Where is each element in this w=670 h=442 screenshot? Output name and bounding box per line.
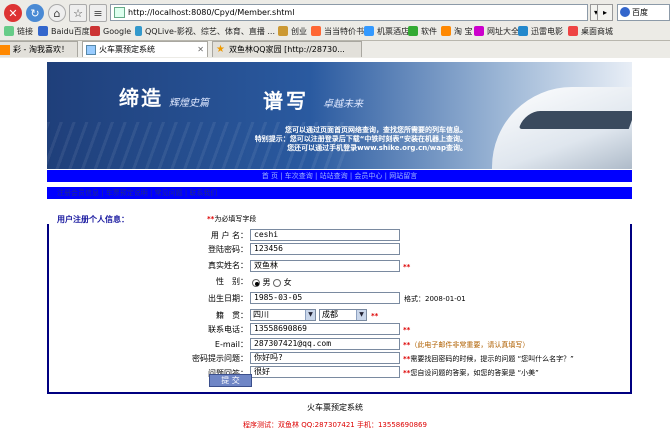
bookmark-baidu[interactable]: Baidu百度 bbox=[38, 24, 90, 38]
chevron-down-icon: ▼ bbox=[356, 310, 366, 320]
banner-subtitle-1: 辉煌史篇 bbox=[169, 98, 209, 109]
bookmark-google[interactable]: Google bbox=[90, 24, 131, 38]
site-banner: 缔造 辉煌史篇 谱写 卓越未来 您可以通过页面首页网络查询，查找您所需要的列车信… bbox=[47, 62, 632, 169]
refresh-icon[interactable]: ↻ bbox=[26, 4, 44, 22]
tab-train-ticket[interactable]: 火车票预定系统 ✕ bbox=[82, 41, 208, 57]
history-icon[interactable]: ≡ bbox=[89, 4, 107, 22]
username-input[interactable]: ceshi bbox=[250, 229, 400, 241]
train-image bbox=[492, 87, 632, 169]
province-select[interactable]: 四川 ▼ bbox=[250, 309, 316, 321]
birth-label: 出生日期： bbox=[208, 294, 248, 303]
answer-input[interactable]: 很好 bbox=[250, 366, 400, 378]
bookmark-taobao[interactable]: 淘 宝 bbox=[441, 24, 473, 38]
tab-qq-home[interactable]: ★ 双鱼林QQ家园 [http://28730... bbox=[212, 41, 362, 57]
password-label: 登陆密码： bbox=[208, 245, 248, 254]
browser-chrome: ✕ ↻ ⌂ ☆ ≡ http://localhost:8080/Cpyd/Mem… bbox=[0, 0, 670, 58]
search-box[interactable]: 百度 bbox=[617, 4, 670, 21]
home-icon[interactable]: ⌂ bbox=[48, 4, 66, 22]
answer-hint: **您自设问题的答案，如您的答案是 “小美” bbox=[403, 369, 539, 377]
banner-note-1: 您可以通过页面首页网络查询，查找您所需要的列车信息。 bbox=[285, 126, 467, 134]
required-mark: ** bbox=[403, 326, 411, 334]
email-hint: **（此电子邮件非常重要，请认真填写） bbox=[403, 341, 530, 349]
bookmark-wangzhi[interactable]: 网址大全 bbox=[474, 24, 519, 38]
bookmark-links[interactable]: 链接 bbox=[4, 24, 33, 38]
question-label: 密码提示问题： bbox=[192, 354, 248, 363]
tab-taobao[interactable]: 彩 - 淘我喜欢！ bbox=[0, 41, 78, 57]
bookmark-flights[interactable]: 机票酒店 bbox=[364, 24, 409, 38]
banner-title-1: 缔造 bbox=[119, 86, 163, 110]
gender-options: 男 女 bbox=[252, 277, 292, 288]
page-favicon bbox=[114, 7, 125, 18]
tab-favicon bbox=[86, 45, 96, 55]
close-tab-icon[interactable]: ✕ bbox=[197, 42, 204, 57]
realname-input[interactable]: 双鱼林 bbox=[250, 260, 400, 272]
gender-male-radio[interactable] bbox=[252, 278, 260, 287]
required-mark: ** bbox=[403, 263, 411, 271]
city-select[interactable]: 成都 ▼ bbox=[319, 309, 367, 321]
required-mark: ** bbox=[371, 312, 379, 320]
address-bar[interactable]: http://localhost:8080/Cpyd/Member.shtml bbox=[110, 4, 588, 21]
question-input[interactable]: 你好吗? bbox=[250, 352, 400, 364]
required-note: **为必填写字段 bbox=[207, 215, 257, 223]
bookmark-chuangye[interactable]: 创业 bbox=[278, 24, 307, 38]
banner-note-2: 特别提示：您可以注册登录后下载“中铁时刻表”安装在机器上查询。 bbox=[254, 135, 467, 143]
bookmark-qqlive[interactable]: QQLive-影视、综艺、体育、直播 ... bbox=[135, 24, 275, 38]
gender-female-radio[interactable] bbox=[273, 278, 282, 287]
birth-input[interactable]: 1985-03-05 bbox=[250, 292, 400, 304]
go-button[interactable]: ▸ bbox=[597, 4, 613, 21]
bookmark-dangdang[interactable]: 当当特价书 bbox=[311, 24, 364, 38]
tab-favicon bbox=[0, 45, 10, 55]
sub-nav[interactable]: 注册会员信息 | 车票预定说明 | 常见问题 | 联系我们 bbox=[47, 187, 632, 199]
address-text: http://localhost:8080/Cpyd/Member.shtml bbox=[128, 8, 295, 17]
email-input[interactable]: 287307421@qq.com bbox=[250, 338, 400, 350]
username-label: 用 户 名： bbox=[210, 231, 248, 240]
search-placeholder: 百度 bbox=[632, 8, 648, 17]
gender-label: 性 别： bbox=[216, 277, 248, 286]
search-engine-icon bbox=[620, 7, 630, 17]
banner-note-3: 您还可以通过手机登录www.shike.org.cn/wap查询。 bbox=[287, 144, 467, 152]
email-label: E-mail： bbox=[214, 340, 248, 349]
footer-credit: 程序测试：双鱼林 QQ:287307421 手机：13558690869 bbox=[243, 421, 427, 429]
birth-format-hint: 格式：2008-01-01 bbox=[404, 295, 466, 303]
star-icon: ★ bbox=[216, 44, 225, 55]
main-nav[interactable]: 首 页 | 车次查询 | 站站查询 | 会员中心 | 网站留言 bbox=[47, 170, 632, 182]
bookmark-xunlei[interactable]: 迅雷电影 bbox=[518, 24, 563, 38]
form-header: 用户注册个人信息： **为必填写字段 bbox=[47, 214, 632, 224]
page-content: 缔造 辉煌史篇 谱写 卓越未来 您可以通过页面首页网络查询，查找您所需要的列车信… bbox=[0, 58, 670, 442]
back-icon[interactable]: ✕ bbox=[4, 4, 22, 22]
password-input[interactable]: 123456 bbox=[250, 243, 400, 255]
bookmark-mall[interactable]: 桌面商城 bbox=[568, 24, 613, 38]
native-place-label: 籍 贯： bbox=[216, 311, 248, 320]
banner-title-2: 谱写 bbox=[263, 89, 309, 113]
favorites-icon[interactable]: ☆ bbox=[69, 4, 87, 22]
footer-system-name: 火车票预定系统 bbox=[307, 403, 363, 412]
phone-input[interactable]: 13558690869 bbox=[250, 323, 400, 335]
bookmark-software[interactable]: 软件 bbox=[408, 24, 437, 38]
realname-label: 真实姓名： bbox=[208, 261, 248, 270]
question-hint: **需要找回密码的时候，提示的问题 “您叫什么名字？” bbox=[403, 355, 574, 363]
submit-button[interactable]: 提 交 bbox=[209, 374, 252, 387]
banner-subtitle-2: 卓越未来 bbox=[323, 99, 363, 110]
chevron-down-icon: ▼ bbox=[305, 310, 315, 320]
phone-label: 联系电话： bbox=[208, 325, 248, 334]
